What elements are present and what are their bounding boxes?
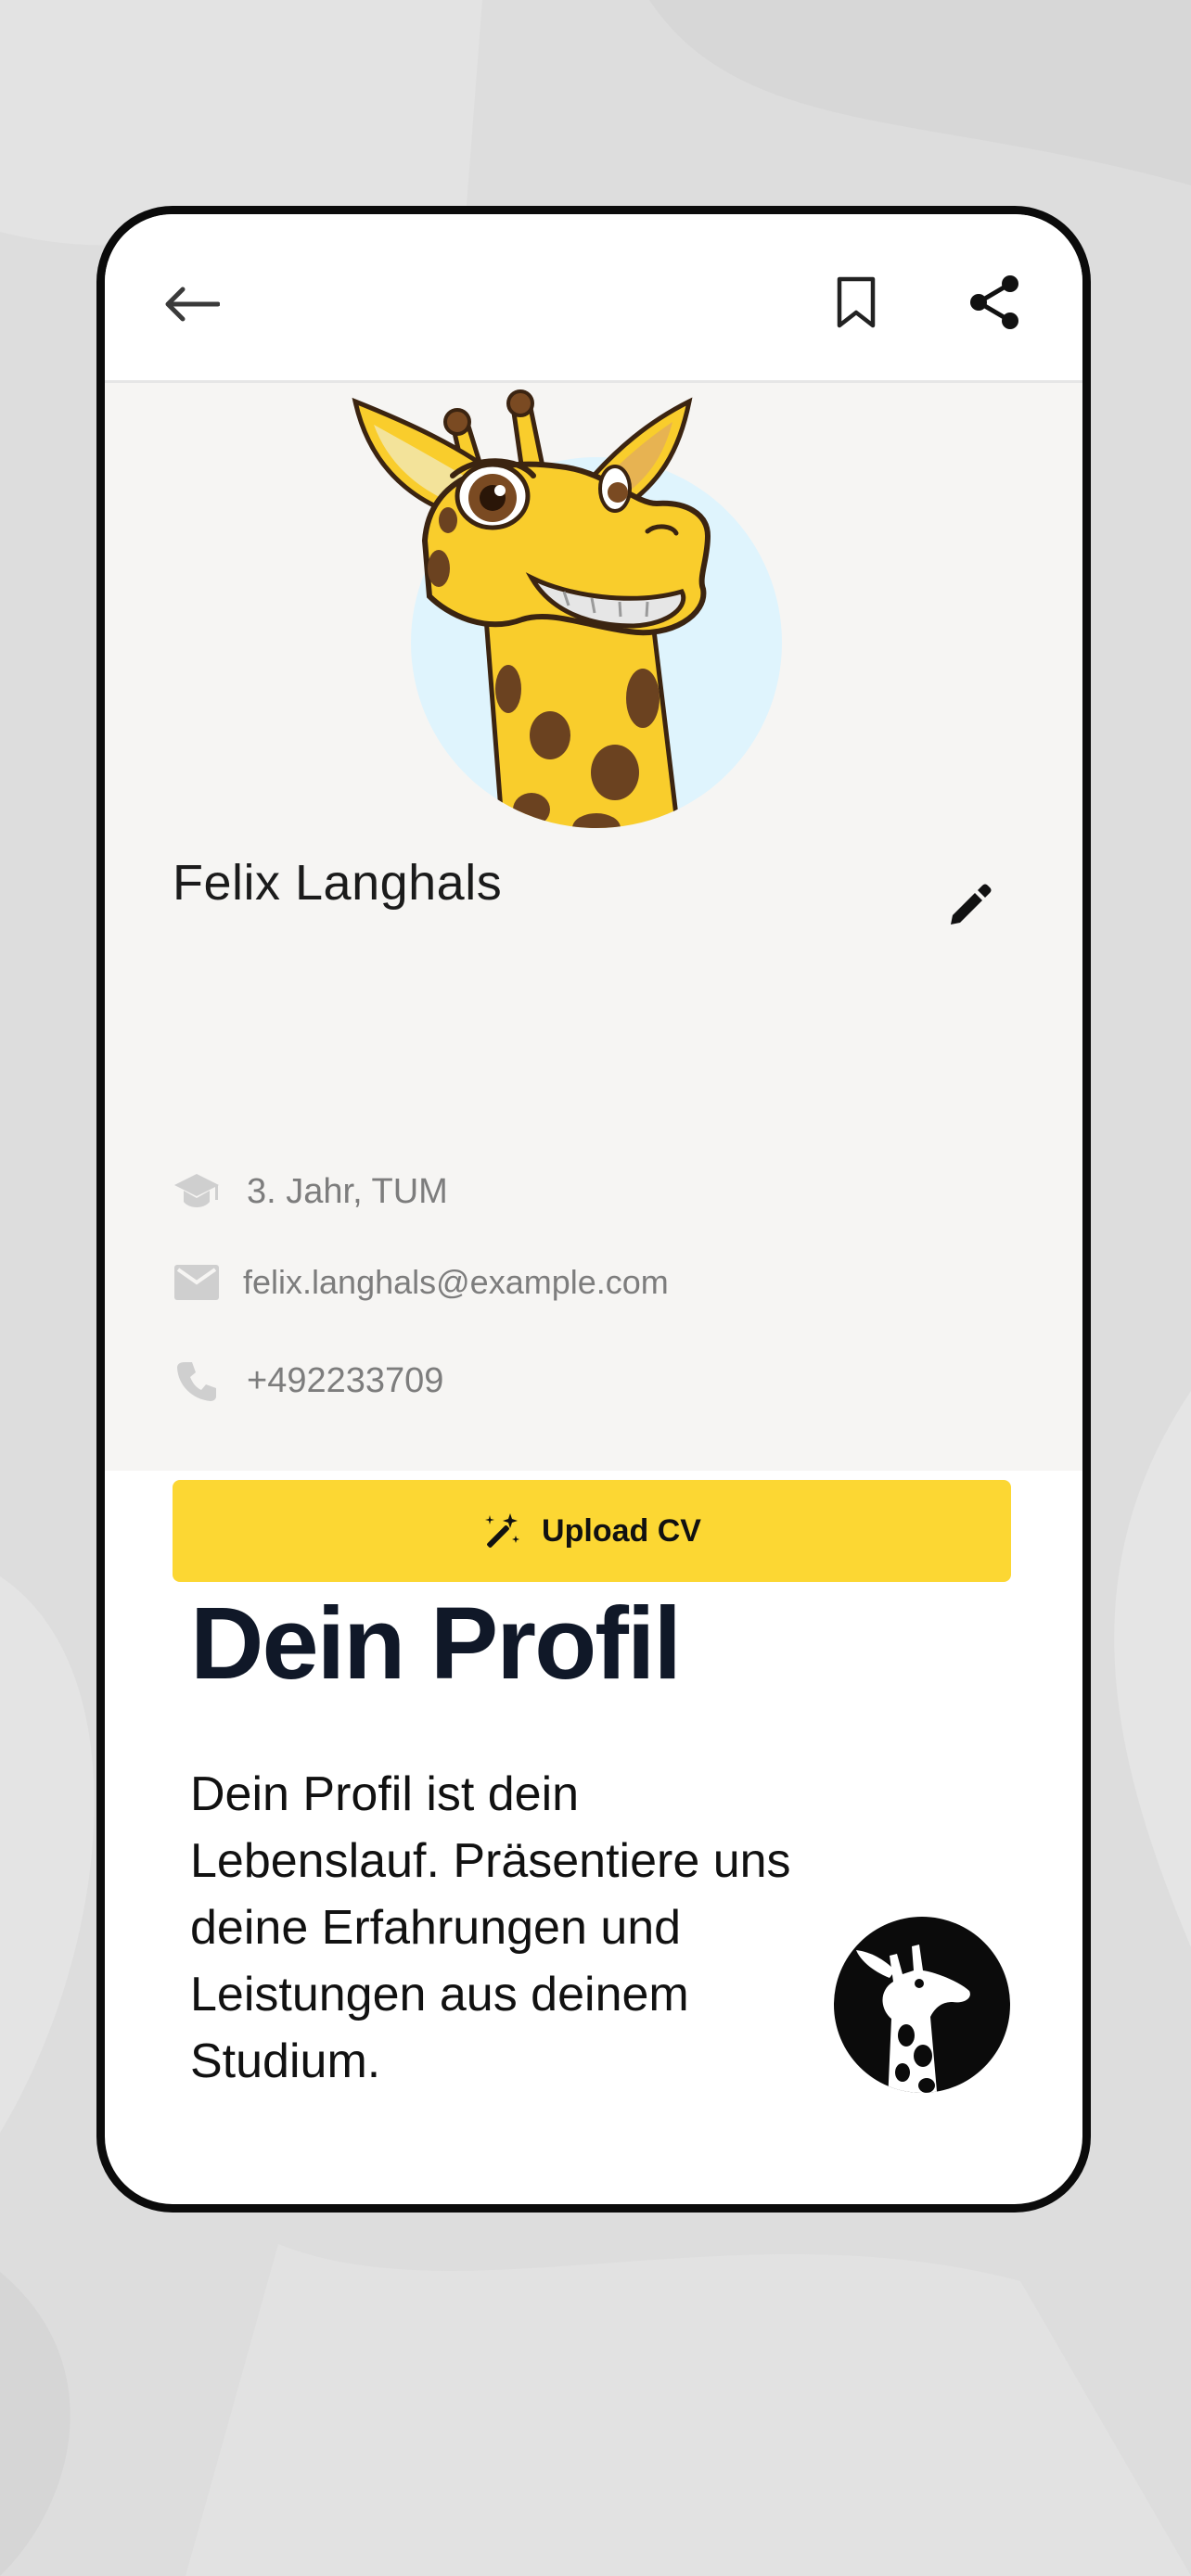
share-button[interactable] [962,270,1027,335]
arrow-left-icon [165,287,220,322]
back-button[interactable] [159,272,224,337]
graduation-cap-icon [173,1167,221,1216]
pencil-icon [951,884,992,925]
giraffe-logo [834,1917,1010,2093]
upload-cv-label: Upload CV [542,1512,701,1549]
magic-wand-icon [485,1513,520,1548]
share-icon [970,275,1018,329]
education-row: 3. Jahr, TUM [173,1164,448,1219]
phone-icon [173,1357,221,1405]
mail-icon [173,1258,221,1307]
profile-name: Felix Langhals [173,855,503,911]
phone-text[interactable]: +492233709 [247,1361,443,1401]
bookmark-icon [837,276,876,328]
description-text: Dein Profil ist dein Lebenslauf. Präsent… [190,1767,791,2088]
bookmark-button[interactable] [828,270,884,335]
education-text: 3. Jahr, TUM [247,1171,448,1211]
edit-button[interactable] [941,876,999,934]
profile-card: Felix Langhals 3. Jahr, TUM felix.langha… [105,383,1082,1582]
top-bar [105,214,1082,383]
phone-row: +492233709 [173,1353,443,1409]
giraffe-avatar [337,383,838,837]
page-title: Dein Profil [190,1587,682,1701]
email-text[interactable]: felix.langhals@example.com [243,1263,669,1302]
phone-frame: Felix Langhals 3. Jahr, TUM felix.langha… [96,206,1091,2213]
upload-cv-button[interactable]: Upload CV [173,1480,1011,1582]
email-row: felix.langhals@example.com [173,1255,669,1310]
